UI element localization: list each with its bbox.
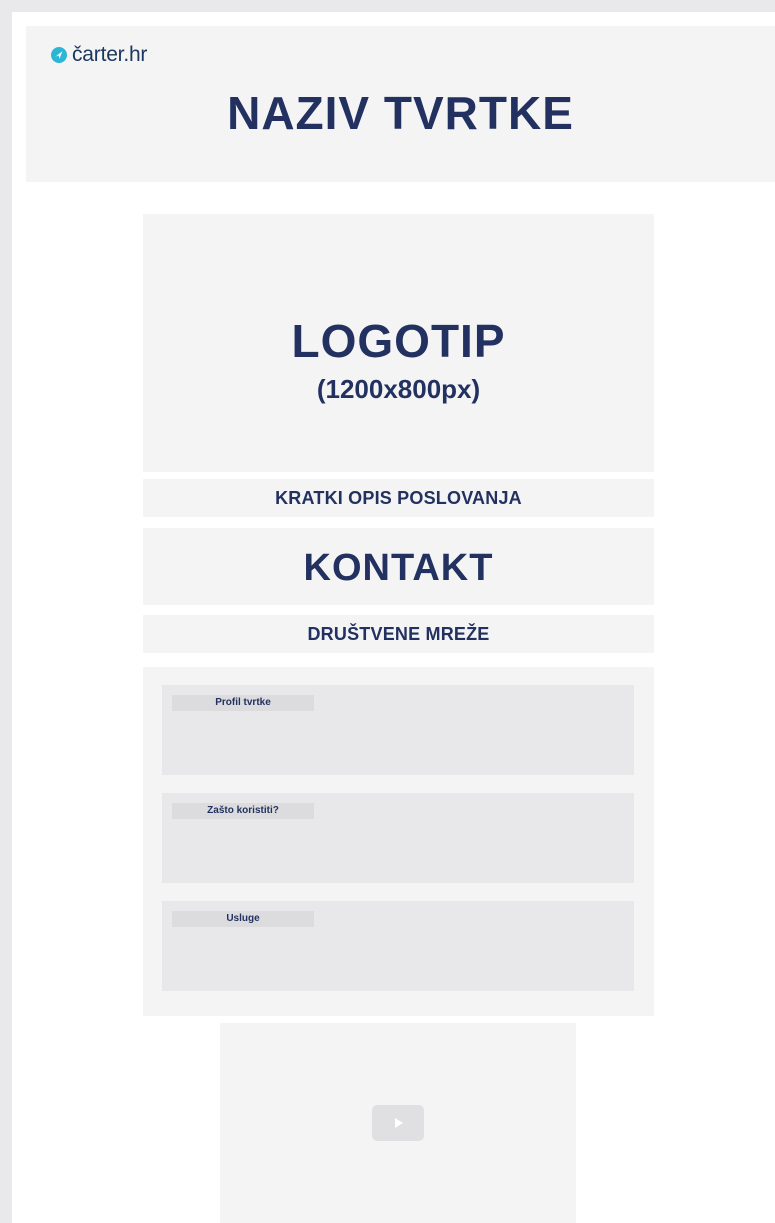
video-placeholder[interactable] bbox=[220, 1023, 576, 1223]
brand-name: čarter.hr bbox=[72, 43, 148, 66]
profile-section: Profil tvrtke Zašto koristiti? Usluge bbox=[143, 667, 654, 1016]
profile-card-services: Usluge bbox=[162, 901, 634, 991]
profile-card-why: Zašto koristiti? bbox=[162, 793, 634, 883]
brand-logo[interactable]: čarter.hr bbox=[50, 44, 147, 65]
business-description: KRATKI OPIS POSLOVANJA bbox=[143, 479, 654, 517]
company-name: NAZIV TVRTKE bbox=[227, 87, 574, 139]
profile-card-company: Profil tvrtke bbox=[162, 685, 634, 775]
page: čarter.hr NAZIV TVRTKE LOGOTIP (1200x800… bbox=[12, 12, 775, 1223]
play-icon[interactable] bbox=[372, 1105, 424, 1141]
logo-size-label: (1200x800px) bbox=[316, 374, 481, 404]
profile-card-label: Zašto koristiti? bbox=[172, 803, 314, 819]
social-networks: DRUŠTVENE MREŽE bbox=[143, 615, 654, 653]
site-header: čarter.hr NAZIV TVRTKE bbox=[26, 26, 775, 182]
logo-title: LOGOTIP bbox=[291, 315, 506, 367]
contact-section: KONTAKT bbox=[143, 528, 654, 605]
profile-card-label: Usluge bbox=[172, 911, 314, 927]
logo-placeholder: LOGOTIP (1200x800px) bbox=[143, 214, 654, 472]
profile-card-label: Profil tvrtke bbox=[172, 695, 314, 711]
brand-icon bbox=[50, 46, 68, 64]
